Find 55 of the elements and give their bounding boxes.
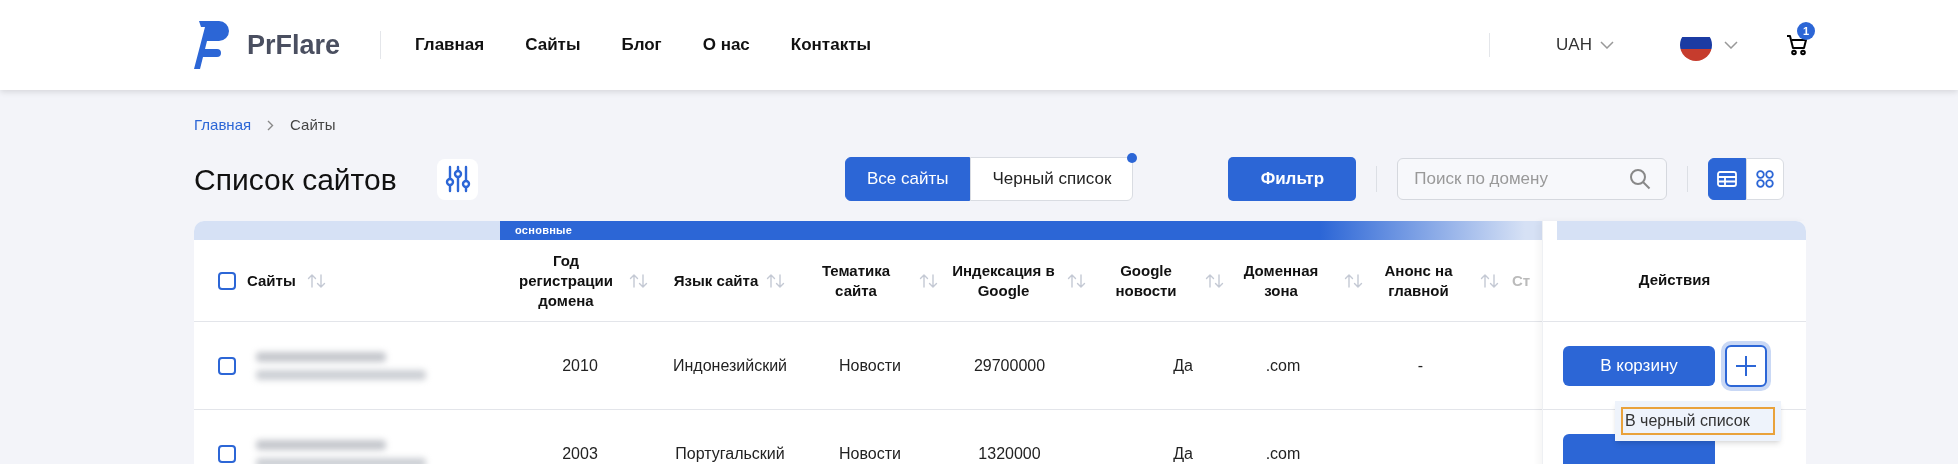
table-cell-text: 1320000: [978, 443, 1041, 464]
table-cell-text: Да: [1173, 355, 1193, 376]
checkbox[interactable]: [218, 271, 236, 290]
table-cell-text: -: [1417, 355, 1424, 376]
tab[interactable]: Все сайты: [845, 157, 971, 201]
checkbox[interactable]: [218, 444, 236, 463]
search-field[interactable]: Поиск по домену: [1397, 158, 1668, 200]
filter-button[interactable]: Фильтр: [1228, 157, 1357, 201]
nav-link[interactable]: Главная: [415, 32, 485, 58]
table-cell-text: Новости: [839, 443, 901, 464]
column-header: Ст: [1511, 270, 1531, 291]
column-header: Google новости: [1114, 260, 1178, 301]
grid-icon: [1756, 170, 1775, 188]
chevron-down-icon: [1724, 41, 1738, 49]
table-cell-text: .com: [1265, 443, 1301, 464]
cart-count-badge: 1: [1797, 22, 1815, 40]
cart-icon[interactable]: [1786, 34, 1808, 56]
table-cell-text: 29700000: [973, 355, 1046, 376]
menu-item[interactable]: В черный список: [1621, 407, 1775, 435]
grid-view-button[interactable]: [1746, 158, 1785, 200]
table-icon: [1717, 171, 1738, 187]
settings-button[interactable]: [437, 158, 478, 200]
table-cell-text: Новости: [839, 355, 901, 376]
breadcrumb-link[interactable]: Главная: [194, 113, 252, 137]
column-header: Сайты: [247, 270, 296, 291]
table-view-button[interactable]: [1708, 158, 1747, 200]
table-cell-text: 2003: [562, 443, 598, 464]
column-header: Доменная зона: [1242, 260, 1320, 301]
logo-text: PrFlare: [247, 28, 341, 62]
table-cell-text: Португальский: [675, 443, 785, 464]
nav-link[interactable]: О нас: [702, 32, 750, 58]
chevron-right-icon: [267, 119, 275, 131]
table-cell-text: 2010: [562, 355, 598, 376]
plus-icon: [1735, 354, 1757, 377]
breadcrumb-current: Сайты: [290, 114, 336, 135]
table-cell-text: Да: [1173, 443, 1193, 464]
add-to-cart-button[interactable]: В корзину: [1563, 345, 1715, 386]
column-header: Язык сайта: [673, 270, 759, 291]
nav-link[interactable]: Контакты: [790, 32, 871, 58]
search-icon[interactable]: [1629, 168, 1652, 190]
checkbox[interactable]: [218, 356, 236, 375]
chevron-down-icon: [1600, 41, 1614, 49]
column-header: Тематика сайта: [820, 260, 892, 301]
sliders-icon: [444, 165, 471, 193]
currency-selector[interactable]: UAH: [1556, 32, 1614, 58]
column-header: Действия: [1638, 270, 1711, 291]
table-cell-text: Индонезийский: [672, 355, 787, 376]
nav-link[interactable]: Блог: [621, 32, 662, 58]
table-cell-text: .com: [1265, 355, 1301, 376]
column-header: Индексация в Google: [951, 260, 1056, 301]
nav-link[interactable]: Сайты: [525, 32, 581, 58]
logo-icon: [193, 19, 229, 71]
column-header: Год регистрации домена: [518, 250, 614, 311]
column-header: Анонс на главной: [1383, 260, 1454, 301]
page-title: Список сайтов: [194, 161, 398, 198]
